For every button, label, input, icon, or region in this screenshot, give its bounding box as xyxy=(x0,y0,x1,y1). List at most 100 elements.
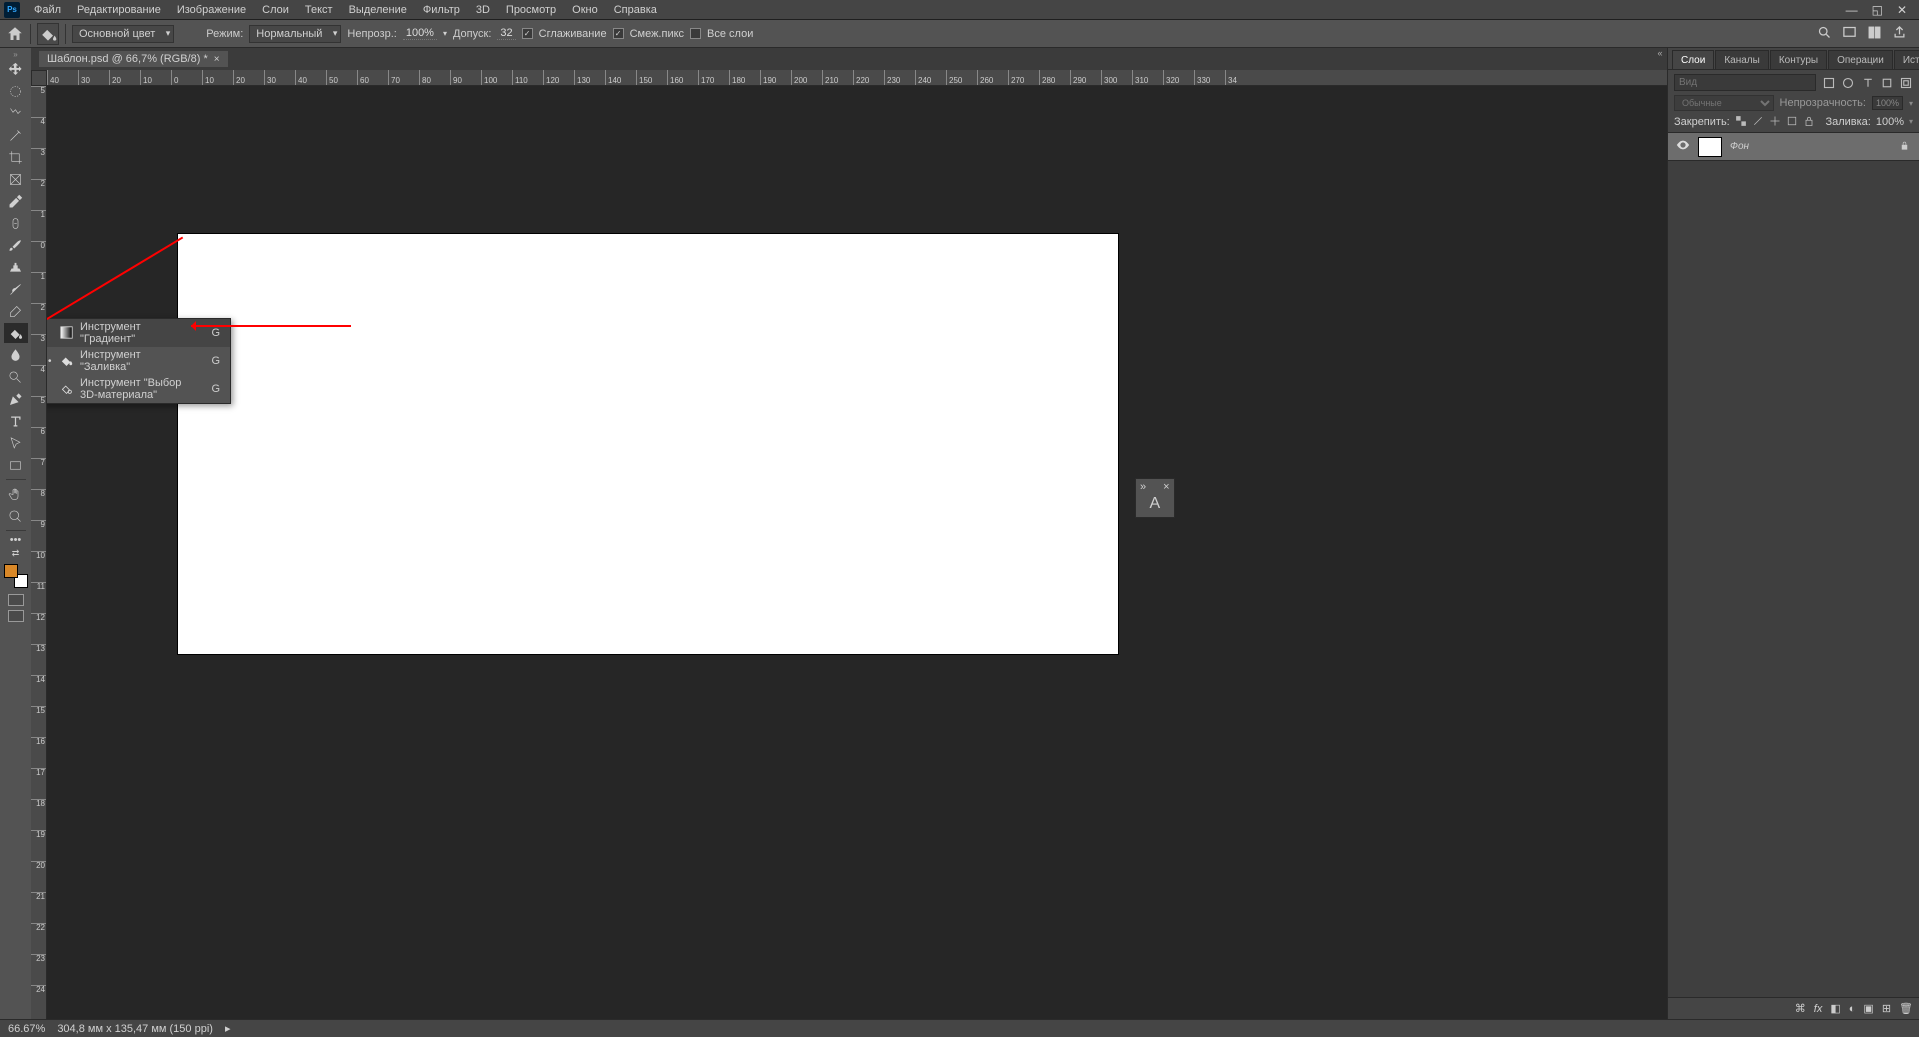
blend-mode-dropdown[interactable]: Нормальный xyxy=(249,25,341,43)
new-layer-icon[interactable]: ⊞ xyxy=(1882,1002,1891,1015)
layer-visibility-icon[interactable] xyxy=(1676,138,1690,155)
delete-layer-icon[interactable]: 🗑 xyxy=(1899,1002,1913,1015)
tab-actions[interactable]: Операции xyxy=(1828,50,1893,69)
filter-type-icon[interactable] xyxy=(1861,76,1874,90)
lock-artboard-icon[interactable] xyxy=(1786,115,1798,128)
filter-adjust-icon[interactable] xyxy=(1841,76,1854,90)
layer-opacity-input[interactable]: 100% xyxy=(1872,96,1903,110)
flyout-item-gradient[interactable]: Инструмент "Градиент" G xyxy=(47,319,230,347)
panel-close-icon[interactable]: × xyxy=(1163,481,1169,493)
lock-transparency-icon[interactable] xyxy=(1735,115,1747,128)
window-minimize-icon[interactable]: — xyxy=(1846,3,1858,17)
menu-help[interactable]: Справка xyxy=(606,0,665,20)
new-group-icon[interactable]: ▣ xyxy=(1863,1002,1873,1015)
menu-type[interactable]: Текст xyxy=(297,0,341,20)
home-button[interactable] xyxy=(6,25,24,43)
blur-tool[interactable] xyxy=(4,345,28,365)
shape-tool[interactable] xyxy=(4,455,28,475)
menu-3d[interactable]: 3D xyxy=(468,0,498,20)
dodge-tool[interactable] xyxy=(4,367,28,387)
layers-filter-input[interactable] xyxy=(1674,74,1816,91)
layer-thumbnail[interactable] xyxy=(1698,137,1722,157)
window-restore-icon[interactable]: ◱ xyxy=(1872,3,1883,17)
ruler-origin[interactable] xyxy=(31,70,47,86)
type-tool[interactable] xyxy=(4,411,28,431)
fg-color-swatch[interactable] xyxy=(4,564,18,578)
tab-channels[interactable]: Каналы xyxy=(1715,50,1769,69)
eyedropper-tool[interactable] xyxy=(4,191,28,211)
menu-select[interactable]: Выделение xyxy=(341,0,415,20)
character-panel-collapsed[interactable]: » × A xyxy=(1135,478,1175,518)
contiguous-checkbox[interactable] xyxy=(613,28,624,39)
canvas-viewport[interactable]: Инструмент "Градиент" G • Инструмент "За… xyxy=(47,86,1667,1019)
doc-dimensions[interactable]: 304,8 мм x 135,47 мм (150 ppi) xyxy=(57,1023,213,1035)
search-icon[interactable] xyxy=(1817,25,1832,43)
tab-history[interactable]: История xyxy=(1894,50,1919,69)
menu-image[interactable]: Изображение xyxy=(169,0,254,20)
share-icon[interactable] xyxy=(1892,25,1907,43)
layer-blend-mode-dropdown[interactable]: Обычные xyxy=(1674,95,1774,111)
all-layers-checkbox[interactable] xyxy=(690,28,701,39)
menu-filter[interactable]: Фильтр xyxy=(415,0,468,20)
edit-toolbar-icon[interactable]: ••• xyxy=(4,535,28,545)
tab-paths[interactable]: Контуры xyxy=(1770,50,1827,69)
arrange-icon[interactable] xyxy=(1867,25,1882,43)
artboard[interactable] xyxy=(178,234,1118,654)
menu-window[interactable]: Окно xyxy=(564,0,606,20)
screen-mode-button[interactable] xyxy=(8,610,24,622)
lock-position-icon[interactable] xyxy=(1769,115,1781,128)
brush-tool[interactable] xyxy=(4,235,28,255)
layer-style-icon[interactable]: fx xyxy=(1814,1003,1823,1015)
frame-tool[interactable] xyxy=(4,169,28,189)
window-close-icon[interactable]: ✕ xyxy=(1897,3,1907,17)
move-tool[interactable] xyxy=(4,59,28,79)
menu-layer[interactable]: Слои xyxy=(254,0,297,20)
path-select-tool[interactable] xyxy=(4,433,28,453)
menu-file[interactable]: Файл xyxy=(26,0,69,20)
flyout-item-3dmat[interactable]: Инструмент "Выбор 3D-материала" G xyxy=(47,375,230,403)
panel-collapse-icon[interactable]: » xyxy=(0,50,31,58)
panel-collapse-icon[interactable]: » xyxy=(1140,481,1146,493)
lock-pixels-icon[interactable] xyxy=(1752,115,1764,128)
tab-layers[interactable]: Слои xyxy=(1672,50,1714,69)
clone-stamp-tool[interactable] xyxy=(4,257,28,277)
vertical-ruler[interactable]: 5432101234567891011121314151617181920212… xyxy=(31,86,47,1019)
active-tool-icon[interactable] xyxy=(37,23,59,45)
close-tab-icon[interactable]: × xyxy=(214,54,220,65)
screen-mode-icon[interactable] xyxy=(1842,25,1857,43)
lasso-tool[interactable] xyxy=(4,103,28,123)
antialias-checkbox[interactable] xyxy=(522,28,533,39)
zoom-tool[interactable] xyxy=(4,506,28,526)
hand-tool[interactable] xyxy=(4,484,28,504)
crop-tool[interactable] xyxy=(4,147,28,167)
layer-mask-icon[interactable]: ◧ xyxy=(1830,1002,1840,1015)
opacity-input[interactable]: 100% xyxy=(403,27,437,40)
document-tab[interactable]: Шаблон.psd @ 66,7% (RGB/8) * × xyxy=(39,51,228,67)
filter-pixel-icon[interactable] xyxy=(1822,76,1835,90)
flyout-item-bucket[interactable]: • Инструмент "Заливка" G xyxy=(47,347,230,375)
quick-mask-button[interactable] xyxy=(8,594,24,606)
layer-lock-icon[interactable] xyxy=(1899,140,1911,154)
lock-all-icon[interactable] xyxy=(1803,115,1815,128)
menu-edit[interactable]: Редактирование xyxy=(69,0,169,20)
color-swatches[interactable] xyxy=(4,564,28,588)
paint-bucket-tool[interactable] xyxy=(4,323,28,343)
tolerance-input[interactable]: 32 xyxy=(497,27,515,40)
history-brush-tool[interactable] xyxy=(4,279,28,299)
magic-wand-tool[interactable] xyxy=(4,125,28,145)
filter-shape-icon[interactable] xyxy=(1880,76,1893,90)
link-layers-icon[interactable]: ⌘ xyxy=(1795,1002,1806,1015)
eraser-tool[interactable] xyxy=(4,301,28,321)
marquee-tool[interactable] xyxy=(4,81,28,101)
horizontal-ruler[interactable]: 4030201001020304050607080901001101201301… xyxy=(47,70,1667,86)
layer-row[interactable]: Фон xyxy=(1668,133,1919,161)
zoom-level[interactable]: 66.67% xyxy=(8,1023,45,1035)
swap-colors-icon[interactable]: ⇄ xyxy=(4,547,28,559)
right-collapse-icon[interactable]: « xyxy=(1653,48,1667,62)
adjustment-layer-icon[interactable]: ◐ xyxy=(1849,1003,1856,1015)
fill-source-dropdown[interactable]: Основной цвет xyxy=(72,25,174,43)
menu-view[interactable]: Просмотр xyxy=(498,0,564,20)
layer-fill-input[interactable]: 100% xyxy=(1876,116,1904,128)
layer-name[interactable]: Фон xyxy=(1730,141,1891,152)
filter-smart-icon[interactable] xyxy=(1900,76,1913,90)
